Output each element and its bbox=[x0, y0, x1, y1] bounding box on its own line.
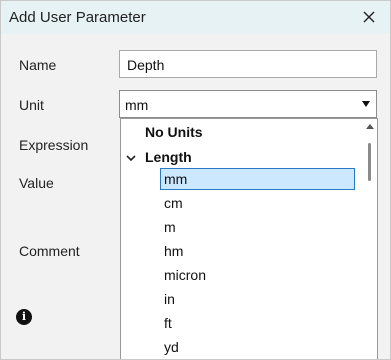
option-mm-label: mm bbox=[164, 171, 188, 187]
name-field[interactable]: Depth bbox=[119, 50, 377, 78]
option-micron[interactable]: micron bbox=[164, 267, 206, 283]
scroll-up-arrow-icon[interactable] bbox=[366, 123, 374, 131]
chevron-down-icon bbox=[362, 101, 370, 107]
option-mm[interactable]: mm bbox=[160, 168, 355, 190]
unit-dropdown-list[interactable]: No Units Length mm cm m hm micron in ft … bbox=[120, 118, 378, 359]
group-length[interactable]: Length bbox=[145, 149, 192, 165]
comment-label: Comment bbox=[19, 243, 80, 259]
option-yd[interactable]: yd bbox=[164, 339, 179, 355]
option-m[interactable]: m bbox=[164, 219, 176, 235]
unit-select[interactable]: mm bbox=[119, 90, 377, 118]
option-hm[interactable]: hm bbox=[164, 243, 183, 259]
option-ft[interactable]: ft bbox=[164, 315, 172, 331]
add-user-parameter-dialog: Add User Parameter Name Depth Unit mm Ex… bbox=[0, 0, 391, 360]
unit-select-value: mm bbox=[125, 97, 149, 113]
option-cm[interactable]: cm bbox=[164, 195, 183, 211]
close-icon[interactable] bbox=[358, 6, 380, 28]
titlebar: Add User Parameter bbox=[1, 1, 390, 34]
expression-label: Expression bbox=[19, 137, 89, 153]
name-label: Name bbox=[19, 57, 57, 73]
unit-label: Unit bbox=[19, 97, 44, 113]
chevron-down-icon[interactable] bbox=[126, 153, 136, 163]
value-label: Value bbox=[19, 175, 54, 191]
option-no-units[interactable]: No Units bbox=[145, 124, 203, 140]
dialog-title: Add User Parameter bbox=[9, 9, 146, 26]
scrollbar-thumb[interactable] bbox=[368, 143, 371, 181]
info-icon[interactable]: i bbox=[16, 309, 32, 325]
option-in[interactable]: in bbox=[164, 291, 175, 307]
